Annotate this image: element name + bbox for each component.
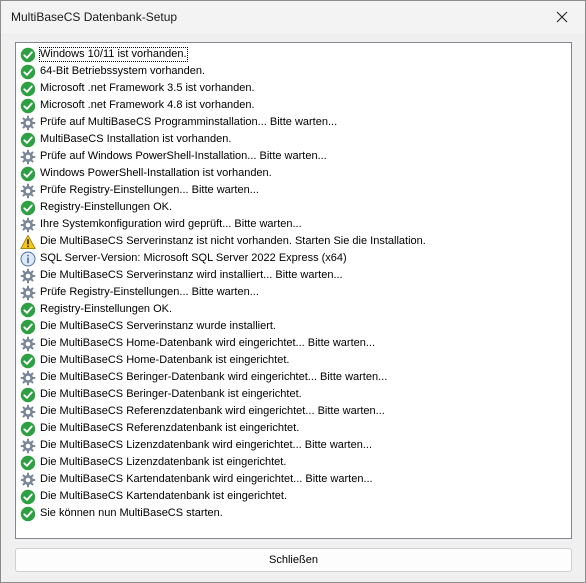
log-entry-text: Die MultiBaseCS Beringer-Datenbank wird … [40, 371, 388, 383]
log-list: Windows 10/11 ist vorhanden. 64-Bit Betri… [20, 46, 567, 522]
check-icon [20, 64, 36, 80]
log-entry-text: 64-Bit Betriebssystem vorhanden. [40, 65, 206, 77]
log-entry[interactable]: Prüfe auf Windows PowerShell-Installatio… [20, 148, 567, 165]
window-title: MultiBaseCS Datenbank-Setup [11, 10, 178, 24]
log-entry[interactable]: Windows PowerShell-Installation ist vorh… [20, 165, 567, 182]
log-entry-text: Prüfe auf MultiBaseCS Programminstallati… [40, 116, 338, 128]
check-icon [20, 166, 36, 182]
log-entry-text: Die MultiBaseCS Beringer-Datenbank ist e… [40, 388, 302, 400]
log-entry[interactable]: Microsoft .net Framework 4.8 ist vorhand… [20, 97, 567, 114]
log-entry[interactable]: Die MultiBaseCS Beringer-Datenbank wird … [20, 369, 567, 386]
log-listbox[interactable]: Windows 10/11 ist vorhanden. 64-Bit Betri… [15, 42, 572, 539]
log-entry[interactable]: 64-Bit Betriebssystem vorhanden. [20, 63, 567, 80]
log-entry[interactable]: Prüfe Registry-Einstellungen... Bitte wa… [20, 284, 567, 301]
log-entry-text: Registry-Einstellungen OK. [40, 303, 173, 315]
log-entry-text: MultiBaseCS Installation ist vorhanden. [40, 133, 232, 145]
log-entry[interactable]: MultiBaseCS Installation ist vorhanden. [20, 131, 567, 148]
log-entry-text: Die MultiBaseCS Serverinstanz wird insta… [40, 269, 343, 281]
log-entry[interactable]: Die MultiBaseCS Home-Datenbank wird eing… [20, 335, 567, 352]
log-entry-text: Registry-Einstellungen OK. [40, 201, 173, 213]
check-icon [20, 132, 36, 148]
log-entry-text: Die MultiBaseCS Lizenzdatenbank wird ein… [40, 439, 372, 451]
log-entry-text: Prüfe Registry-Einstellungen... Bitte wa… [40, 286, 259, 298]
log-entry[interactable]: Windows 10/11 ist vorhanden. [20, 46, 567, 63]
log-entry-text: Die MultiBaseCS Kartendatenbank ist eing… [40, 490, 288, 502]
check-icon [20, 506, 36, 522]
gear-icon [20, 370, 36, 386]
gear-icon [20, 472, 36, 488]
log-entry[interactable]: Microsoft .net Framework 3.5 ist vorhand… [20, 80, 567, 97]
check-icon [20, 387, 36, 403]
check-icon [20, 353, 36, 369]
log-entry-text: Die MultiBaseCS Referenzdatenbank ist ei… [40, 422, 300, 434]
log-entry[interactable]: Ihre Systemkonfiguration wird geprüft...… [20, 216, 567, 233]
log-entry-text: Die MultiBaseCS Referenzdatenbank wird e… [40, 405, 385, 417]
log-entry[interactable]: Prüfe Registry-Einstellungen... Bitte wa… [20, 182, 567, 199]
log-entry[interactable]: Die MultiBaseCS Serverinstanz wurde inst… [20, 318, 567, 335]
log-entry-text: Sie können nun MultiBaseCS starten. [40, 507, 223, 519]
log-entry-text: Prüfe Registry-Einstellungen... Bitte wa… [40, 184, 259, 196]
log-entry[interactable]: Sie können nun MultiBaseCS starten. [20, 505, 567, 522]
check-icon [20, 98, 36, 114]
log-entry-text: Die MultiBaseCS Home-Datenbank ist einge… [40, 354, 290, 366]
log-entry[interactable]: Die MultiBaseCS Serverinstanz wird insta… [20, 267, 567, 284]
log-entry-text: Die MultiBaseCS Serverinstanz ist nicht … [40, 235, 426, 247]
log-entry-text: SQL Server-Version: Microsoft SQL Server… [40, 252, 347, 264]
log-entry[interactable]: Die MultiBaseCS Home-Datenbank ist einge… [20, 352, 567, 369]
log-entry-text: Microsoft .net Framework 4.8 ist vorhand… [40, 99, 255, 111]
gear-icon [20, 438, 36, 454]
check-icon [20, 302, 36, 318]
gear-icon [20, 183, 36, 199]
log-entry[interactable]: Registry-Einstellungen OK. [20, 199, 567, 216]
log-entry[interactable]: Die MultiBaseCS Lizenzdatenbank ist eing… [20, 454, 567, 471]
check-icon [20, 81, 36, 97]
close-button-label: Schließen [269, 554, 318, 566]
check-icon [20, 319, 36, 335]
log-entry-text: Ihre Systemkonfiguration wird geprüft...… [40, 218, 302, 230]
gear-icon [20, 115, 36, 131]
log-entry-text: Prüfe auf Windows PowerShell-Installatio… [40, 150, 327, 162]
log-entry-text: Microsoft .net Framework 3.5 ist vorhand… [40, 82, 255, 94]
check-icon [20, 489, 36, 505]
log-entry[interactable]: Registry-Einstellungen OK. [20, 301, 567, 318]
gear-icon [20, 217, 36, 233]
gear-icon [20, 336, 36, 352]
log-entry[interactable]: Die MultiBaseCS Referenzdatenbank wird e… [20, 403, 567, 420]
check-icon [20, 200, 36, 216]
gear-icon [20, 268, 36, 284]
log-entry-text: Die MultiBaseCS Kartendatenbank wird ein… [40, 473, 373, 485]
log-entry[interactable]: Die MultiBaseCS Beringer-Datenbank ist e… [20, 386, 567, 403]
setup-window: MultiBaseCS Datenbank-Setup Windows 10/1… [0, 0, 586, 583]
log-entry[interactable]: Die MultiBaseCS Referenzdatenbank ist ei… [20, 420, 567, 437]
close-icon [556, 11, 568, 23]
window-close-button[interactable] [539, 1, 585, 33]
check-icon [20, 455, 36, 471]
title-bar: MultiBaseCS Datenbank-Setup [1, 1, 585, 33]
log-entry-text: Die MultiBaseCS Lizenzdatenbank ist eing… [40, 456, 287, 468]
gear-icon [20, 285, 36, 301]
gear-icon [20, 149, 36, 165]
log-entry-text: Windows 10/11 ist vorhanden. [39, 47, 188, 62]
log-entry[interactable]: Die MultiBaseCS Kartendatenbank wird ein… [20, 471, 567, 488]
log-entry[interactable]: Die MultiBaseCS Lizenzdatenbank wird ein… [20, 437, 567, 454]
check-icon [20, 47, 36, 63]
log-entry-text: Windows PowerShell-Installation ist vorh… [40, 167, 272, 179]
log-entry[interactable]: SQL Server-Version: Microsoft SQL Server… [20, 250, 567, 267]
warning-icon [20, 234, 36, 250]
log-entry[interactable]: Die MultiBaseCS Serverinstanz ist nicht … [20, 233, 567, 250]
gear-icon [20, 404, 36, 420]
check-icon [20, 421, 36, 437]
log-entry-text: Die MultiBaseCS Home-Datenbank wird eing… [40, 337, 376, 349]
close-button[interactable]: Schließen [15, 548, 572, 572]
log-entry[interactable]: Die MultiBaseCS Kartendatenbank ist eing… [20, 488, 567, 505]
info-icon [20, 251, 36, 267]
log-entry-text: Die MultiBaseCS Serverinstanz wurde inst… [40, 320, 276, 332]
log-entry[interactable]: Prüfe auf MultiBaseCS Programminstallati… [20, 114, 567, 131]
